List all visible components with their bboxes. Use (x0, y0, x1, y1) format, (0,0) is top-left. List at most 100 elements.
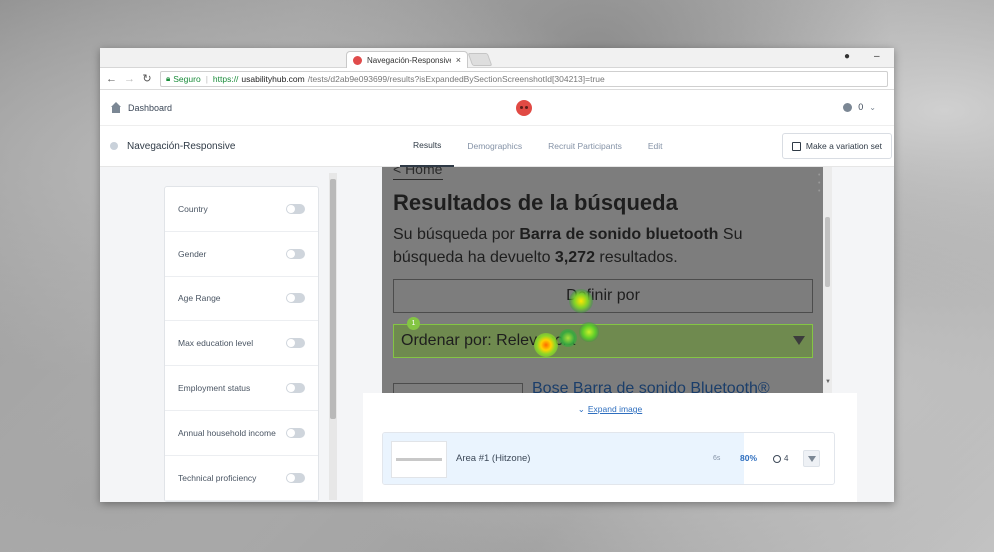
area-percent: 80% (740, 453, 758, 463)
heatmap-spot (579, 322, 599, 342)
screenshot-scrollbar-thumb[interactable] (825, 217, 830, 287)
test-name: Navegación-Responsive (127, 140, 236, 152)
back-link-underline (393, 179, 443, 180)
filter-toggle[interactable] (286, 248, 305, 259)
url-path: /tests/d2ab9e093699/results?isExpandedBy… (307, 73, 605, 84)
filter-item[interactable]: Employment status (165, 366, 318, 411)
url-input[interactable]: 🔒︎ Seguro | https://usabilityhub.com/tes… (160, 70, 888, 87)
url-host: usabilityhub.com (241, 73, 305, 84)
filter-label: Annual household income (178, 427, 276, 438)
usabilityhub-favicon-icon (353, 55, 362, 65)
filter-sidebar: Country Gender Age Range Max education leve… (100, 167, 345, 502)
filter-funnel-button[interactable] (803, 450, 820, 467)
forward-arrow-icon[interactable]: → (124, 73, 135, 85)
area-participants: 4 (773, 454, 788, 463)
url-separator: | (205, 73, 208, 84)
define-by-button: Definir por (393, 279, 813, 313)
heatmap-spot (534, 333, 558, 357)
heatmap-screenshot[interactable]: < Home Resultados de la búsqueda Su búsq… (382, 167, 823, 393)
search-summary: Su búsqueda por Barra de sonido bluetoot… (393, 223, 813, 269)
minimize-button[interactable]: – (874, 51, 880, 62)
make-variation-set-button[interactable]: Make a variation set (781, 133, 892, 159)
main-area: Country Gender Age Range Max education leve… (100, 167, 894, 502)
new-tab-button[interactable] (467, 53, 493, 66)
tab-results[interactable]: Results (400, 126, 455, 167)
url-protocol: https:// (212, 73, 239, 84)
filter-item[interactable]: Annual household income (165, 411, 318, 456)
filter-label: Employment status (178, 383, 251, 394)
filter-item[interactable]: Gender (165, 232, 318, 277)
expand-image-label: Expand image (587, 404, 643, 414)
filter-toggle[interactable] (286, 293, 305, 304)
sidebar-scrollbar-thumb[interactable] (330, 179, 336, 419)
browser-tab[interactable]: Navegación-Responsive × (346, 51, 468, 68)
back-arrow-icon[interactable]: ← (106, 73, 117, 85)
filter-toggle[interactable] (286, 383, 305, 394)
expand-image-link[interactable]: ⌄ Expand image (363, 404, 857, 415)
reload-icon[interactable]: ↻ (142, 72, 152, 85)
results-heading: Resultados de la búsqueda (393, 190, 678, 215)
area-name: Area #1 (Hitzone) (456, 453, 531, 464)
usabilityhub-logo[interactable] (516, 100, 532, 116)
summary-count: 3,272 (554, 249, 595, 266)
filter-label: Max education level (178, 338, 254, 349)
chevron-down-icon: ⌄ (577, 404, 585, 414)
scroll-down-arrow-icon[interactable]: ▼ (825, 379, 831, 385)
test-status-icon (110, 142, 118, 150)
address-bar: ← → ↻ 🔒︎ Seguro | https://usabilityhub.c… (100, 68, 894, 90)
secure-label: Seguro (173, 73, 201, 84)
area-time: 6s (713, 455, 721, 462)
summary-suffix: resultados. (594, 249, 678, 266)
filter-toggle[interactable] (286, 203, 305, 214)
heatmap-spot (569, 289, 593, 313)
filter-toggle[interactable] (286, 472, 305, 483)
product-thumbnail (393, 383, 523, 393)
tab-title: Navegación-Responsive (367, 55, 451, 65)
variation-button-label: Make a variation set (805, 141, 882, 151)
product-link: Bose Barra de sonido Bluetooth® (532, 380, 770, 393)
filter-item[interactable]: Age Range (165, 277, 318, 322)
results-content: < Home Resultados de la búsqueda Su búsq… (363, 167, 857, 502)
dropdown-arrow-icon (793, 336, 805, 345)
filter-label: Technical proficiency (178, 472, 257, 483)
browser-window: Navegación-Responsive × ● – ← → ↻ 🔒︎ Seg… (100, 48, 894, 502)
screenshot-viewer: < Home Resultados de la búsqueda Su búsq… (363, 167, 857, 393)
user-icon (773, 454, 781, 463)
summary-prefix: Su búsqueda por (393, 226, 520, 243)
tab-recruit-participants[interactable]: Recruit Participants (535, 126, 635, 167)
hitzone-area-row[interactable]: Area #1 (Hitzone) 6s 80% 4 (382, 432, 835, 485)
credits-menu[interactable]: 0 ⌄ (843, 102, 876, 112)
dashboard-link[interactable]: Dashboard (128, 103, 172, 113)
filter-label: Age Range (178, 293, 221, 304)
copy-icon (791, 141, 801, 151)
summary-term: Barra de sonido bluetooth (519, 226, 719, 243)
sidebar-scrollbar[interactable] (329, 173, 337, 500)
tab-close-icon[interactable]: × (456, 55, 461, 65)
hitzone-badge: 1 (407, 317, 420, 330)
credits-count: 0 (858, 102, 864, 112)
screenshot-corner-dots-icon: • • • (818, 172, 821, 195)
heatmap-spot (559, 329, 577, 347)
filter-list: Country Gender Age Range Max education leve… (164, 186, 319, 502)
tab-edit[interactable]: Edit (635, 126, 676, 167)
area-thumbnail (391, 441, 447, 478)
tab-demographics[interactable]: Demographics (454, 126, 535, 167)
filter-item[interactable]: Max education level (165, 321, 318, 367)
back-home-link: < Home (393, 167, 443, 177)
screenshot-scrollbar[interactable] (823, 167, 832, 393)
filter-label: Country (178, 203, 208, 214)
filter-toggle[interactable] (286, 427, 305, 438)
profile-icon[interactable]: ● (844, 51, 850, 62)
page-scrollbar[interactable] (884, 167, 894, 502)
chevron-down-icon: ⌄ (869, 102, 876, 112)
filter-item[interactable]: Country (165, 187, 318, 232)
app-header: Dashboard 0 ⌄ (100, 90, 894, 126)
tab-strip: Navegación-Responsive × ● – (100, 48, 894, 68)
filter-item[interactable]: Technical proficiency (165, 456, 318, 501)
filter-toggle[interactable] (286, 338, 305, 349)
participant-count: 4 (784, 454, 789, 463)
credits-coin-icon (843, 102, 853, 112)
sort-select: Ordenar por: Relevancia (393, 324, 813, 358)
home-icon[interactable] (110, 101, 122, 114)
test-bar: Navegación-Responsive Results Demographi… (100, 126, 894, 167)
